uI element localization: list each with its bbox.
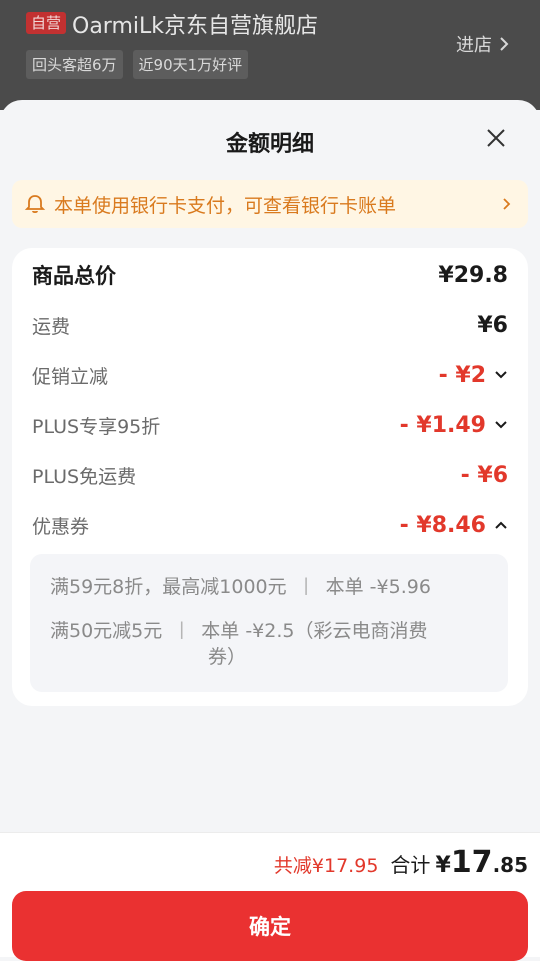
bottom-bar: 共减¥17.95 合计 ¥17.85 确定 — [0, 832, 540, 961]
coupon-detail-box: 满59元8折，最高减1000元丨本单 -¥5.96 满50元减5元丨本单 -¥2… — [30, 554, 508, 692]
coupon-label: 优惠券 — [32, 515, 90, 538]
sum-currency: ¥ — [435, 853, 451, 878]
plus95-value: - ¥1.49 — [399, 412, 486, 438]
store-tags: 回头客超6万 近90天1万好评 — [26, 50, 249, 79]
coupon-name: 满50元减5元 — [50, 620, 163, 642]
total-row: 商品总价 ¥29.8 — [32, 260, 508, 290]
coupon-detail: 本单 -¥5.96 — [325, 576, 431, 598]
promo-label: 促销立减 — [32, 365, 109, 388]
promo-value-wrap: - ¥2 — [439, 363, 508, 388]
coupon-item: 满59元8折，最高减1000元丨本单 -¥5.96 — [50, 574, 468, 600]
confirm-button[interactable]: 确定 — [12, 891, 528, 961]
coupon-item: 满50元减5元丨本单 -¥2.5（彩云电商消费 券） — [50, 618, 468, 670]
bank-card-notice[interactable]: 本单使用银行卡支付，可查看银行卡账单 — [12, 180, 528, 228]
separator: 丨 — [296, 576, 316, 598]
plus-free-shipping-value: - ¥6 — [460, 462, 508, 488]
shipping-row: 运费 ¥6 — [32, 310, 508, 340]
notice-text: 本单使用银行卡支付，可查看银行卡账单 — [54, 194, 397, 217]
total-saved: 共减¥17.95 — [273, 855, 379, 877]
chevron-up-icon[interactable] — [494, 518, 508, 532]
price-detail-card: 商品总价 ¥29.8 运费 ¥6 促销立减 - ¥2 PLUS专享95折 - ¥… — [12, 248, 528, 706]
coupon-detail-continued: 券） — [208, 646, 247, 668]
promo-row[interactable]: 促销立减 - ¥2 — [32, 360, 508, 390]
total-value: ¥29.8 — [438, 262, 508, 288]
store-tag: 回头客超6万 — [26, 50, 123, 79]
plus95-label: PLUS专享95折 — [32, 415, 161, 438]
store-tag: 近90天1万好评 — [132, 50, 249, 79]
plus95-row[interactable]: PLUS专享95折 - ¥1.49 — [32, 410, 508, 440]
bell-icon — [24, 195, 46, 214]
plus95-value-wrap: - ¥1.49 — [400, 413, 508, 438]
coupon-detail: 本单 -¥2.5（彩云电商消费 — [201, 620, 428, 642]
total-label: 商品总价 — [32, 264, 116, 288]
sheet-title: 金额明细 — [225, 132, 314, 157]
coupon-value: - ¥8.46 — [399, 512, 486, 538]
chevron-down-icon[interactable] — [494, 418, 508, 432]
coupon-value-wrap: - ¥8.46 — [400, 513, 508, 538]
sum-decimal: .85 — [492, 853, 528, 877]
plus-free-shipping-row: PLUS免运费 - ¥6 — [32, 460, 508, 490]
separator: 丨 — [172, 620, 192, 642]
shipping-value: ¥6 — [477, 312, 508, 338]
enter-store-button[interactable]: 进店 — [456, 31, 510, 57]
enter-store-label: 进店 — [456, 35, 492, 56]
close-icon[interactable] — [486, 128, 506, 148]
chevron-down-icon[interactable] — [494, 368, 508, 382]
sum-integer: 17 — [450, 845, 493, 880]
shipping-label: 运费 — [32, 315, 71, 338]
promo-value: - ¥2 — [438, 362, 486, 388]
chevron-right-icon — [500, 37, 509, 51]
sum-wrap: 合计 ¥17.85 — [390, 845, 528, 880]
sum-label: 合计 — [390, 853, 431, 877]
self-operated-badge: 自营 — [26, 12, 67, 34]
coupon-name: 满59元8折，最高减1000元 — [50, 576, 287, 598]
store-name: OarmiLk京东自营旗舰店 — [72, 14, 318, 39]
store-header: 自营 OarmiLk京东自营旗舰店 进店 回头客超6万 近90天1万好评 — [0, 0, 540, 110]
coupon-row[interactable]: 优惠券 - ¥8.46 — [32, 510, 508, 540]
amount-detail-sheet: 金额明细 本单使用银行卡支付，可查看银行卡账单 商品总价 ¥29.8 运费 ¥6… — [0, 100, 540, 956]
price-summary: 共减¥17.95 合计 ¥17.85 — [274, 845, 528, 880]
plus-free-shipping-label: PLUS免运费 — [32, 465, 137, 488]
chevron-right-icon — [503, 198, 511, 210]
